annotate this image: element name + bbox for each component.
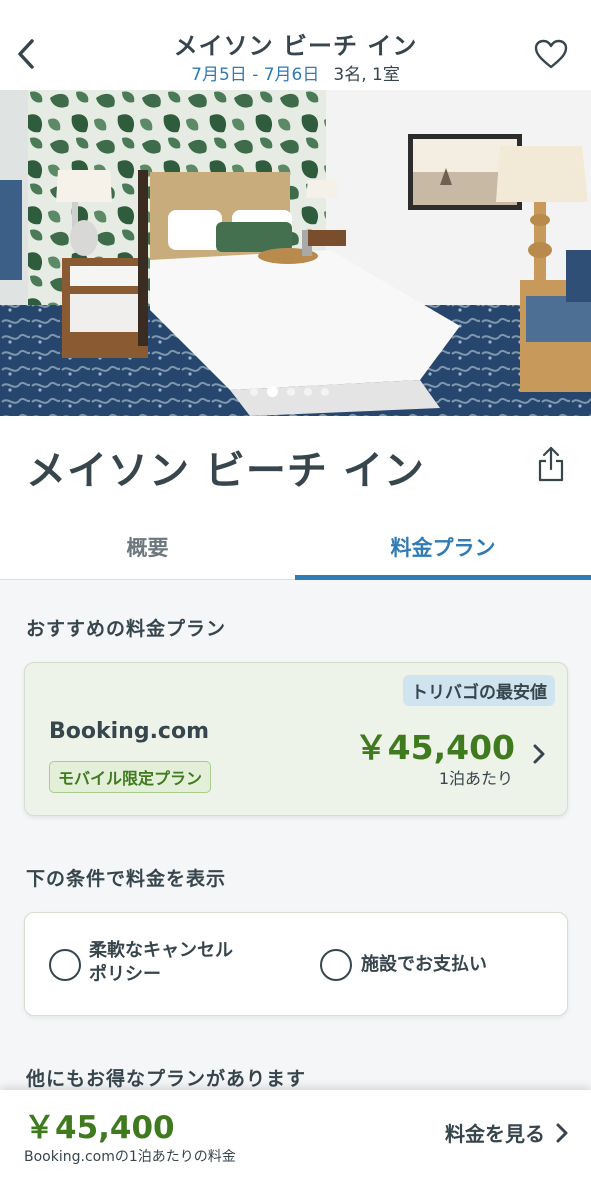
hotel-name: メイソン ビーチ イン: [26, 448, 425, 494]
recommended-deal-card[interactable]: トリバゴの最安値 Booking.com モバイル限定プラン ￥45,400 1…: [24, 662, 568, 816]
gallery-dot[interactable]: [321, 387, 329, 396]
provider-name: Booking.com: [49, 719, 210, 744]
share-button[interactable]: [533, 442, 569, 486]
view-rates-button[interactable]: 料金を見る: [445, 1118, 569, 1147]
rate-conditions-card: 柔軟なキャンセル ポリシー 施設でお支払い: [24, 912, 568, 1016]
bottom-price-bar: ￥45,400 Booking.comの1泊あたりの料金 料金を見る: [0, 1090, 591, 1200]
header-title: メイソン ビーチ イン: [173, 32, 418, 60]
heart-outline-icon: [534, 39, 568, 69]
top-header: メイソン ビーチ イン 7月5日 - 7月6日 3名, 1室: [0, 0, 591, 90]
more-plans-heading: 他にもお得なプランがあります: [26, 1068, 307, 1090]
flexible-cancellation-radio[interactable]: [49, 949, 81, 981]
bottom-price-note: Booking.comの1泊あたりの料金: [24, 1149, 236, 1165]
flexible-cancellation-label[interactable]: 柔軟なキャンセル ポリシー: [89, 939, 233, 987]
flexible-cancellation-label-line1: 柔軟なキャンセル: [89, 940, 233, 961]
gallery-dot[interactable]: [304, 387, 312, 396]
detail-tabs: 概要 料金プラン: [0, 514, 591, 580]
guest-room-count: 3名, 1室: [333, 65, 400, 85]
conditions-heading: 下の条件で料金を表示: [26, 868, 227, 890]
view-rates-label: 料金を見る: [445, 1122, 545, 1146]
header-trip-summary[interactable]: 7月5日 - 7月6日 3名, 1室: [0, 60, 591, 85]
hotel-photo-gallery[interactable]: [0, 90, 591, 416]
chevron-right-icon: [556, 1123, 568, 1142]
flexible-cancellation-label-line2: ポリシー: [89, 964, 161, 985]
deal-chevron: [529, 739, 549, 769]
chevron-right-icon: [533, 744, 545, 764]
gallery-dot[interactable]: [287, 387, 295, 396]
mobile-only-badge: モバイル限定プラン: [49, 761, 212, 793]
lowest-price-badge: トリバゴの最安値: [403, 675, 555, 706]
pay-at-property-radio[interactable]: [320, 949, 352, 981]
hotel-room-photo: [0, 90, 591, 416]
gallery-pagination: [250, 386, 329, 397]
favorite-button[interactable]: [531, 34, 571, 74]
share-icon: [538, 446, 564, 482]
gallery-dot[interactable]: [250, 387, 258, 396]
gallery-dot-active[interactable]: [267, 386, 278, 397]
tab-overview[interactable]: 概要: [0, 514, 295, 580]
stay-dates: 7月5日 - 7月6日: [191, 65, 320, 85]
recommended-heading: おすすめの料金プラン: [26, 618, 227, 640]
per-night-label: 1泊あたり: [438, 769, 513, 788]
pay-at-property-label[interactable]: 施設でお支払い: [361, 953, 487, 977]
hotel-detail-page: メイソン ビーチ イン 7月5日 - 7月6日 3名, 1室 メイソン ビーチ …: [0, 0, 591, 1200]
bottom-price: ￥45,400: [24, 1110, 175, 1146]
deal-price: ￥45,400: [354, 728, 515, 767]
tab-rates[interactable]: 料金プラン: [295, 514, 591, 580]
